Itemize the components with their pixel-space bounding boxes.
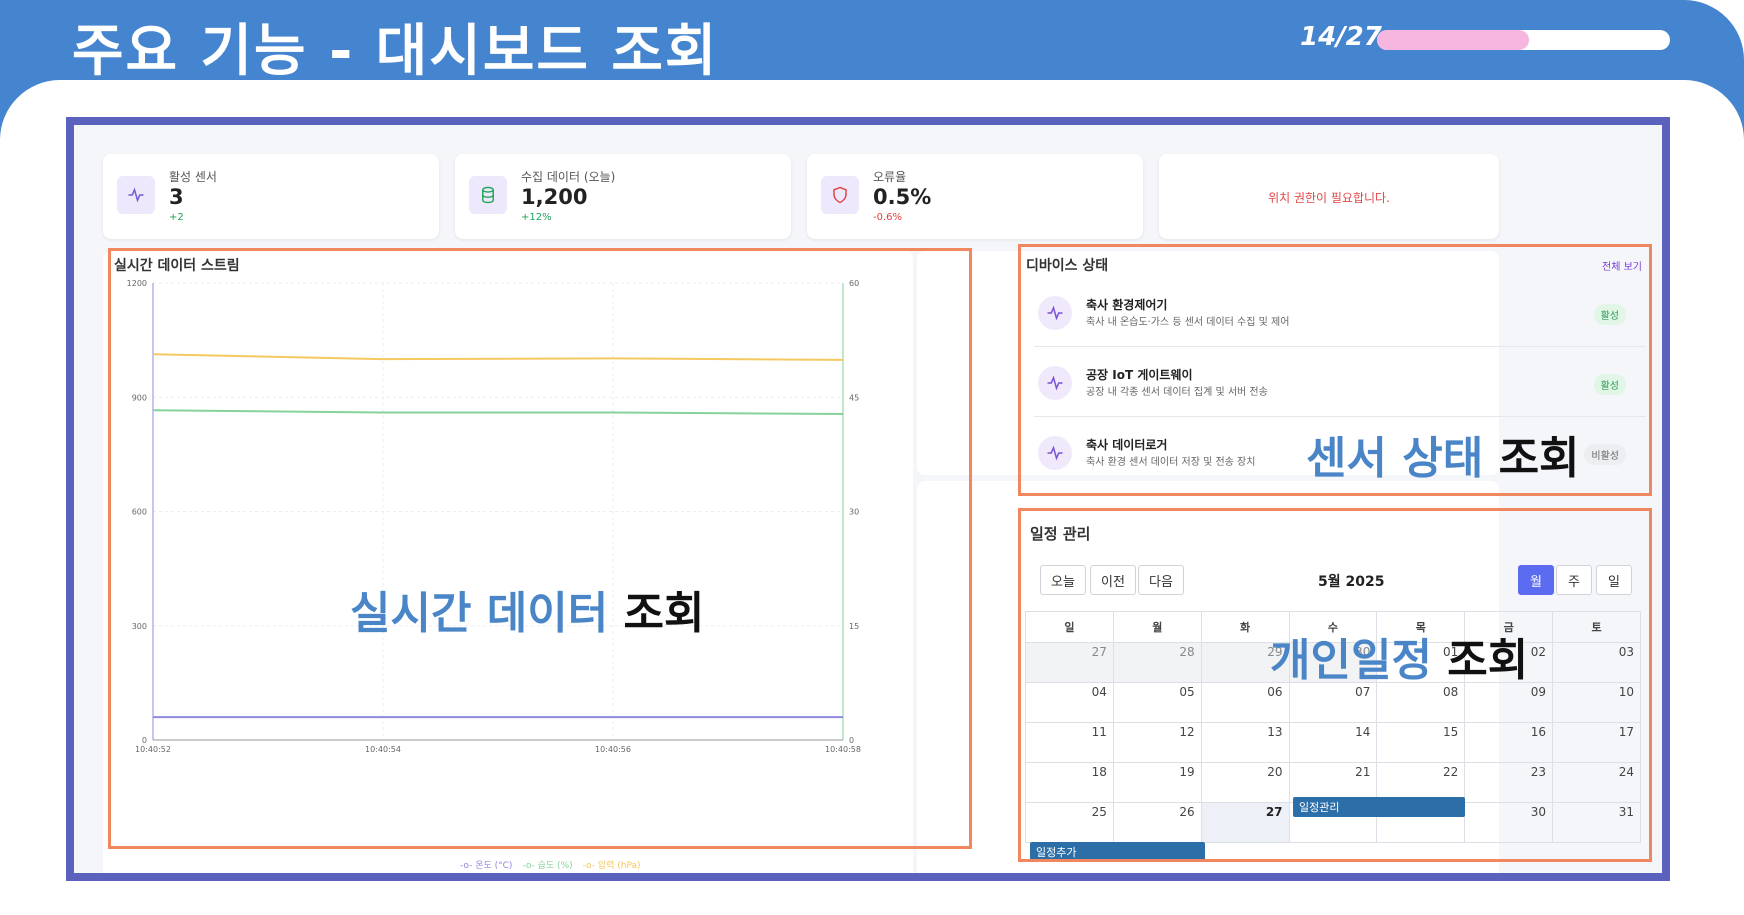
highlight-box-stream [108, 248, 972, 849]
overlay-label-blue: 센서 상태 [1306, 433, 1484, 484]
device-overlay-label: 센서 상태 조회 [1306, 422, 1580, 486]
stat-value: 0.5% [873, 185, 932, 209]
stat-card-active-sensors: 활성 센서 3 +2 [103, 154, 439, 239]
legend-item[interactable]: -o- 압력 (hPa) [583, 858, 641, 871]
stat-label: 활성 센서 [169, 170, 217, 184]
slide-title: 주요 기능 - 대시보드 조회 [72, 19, 719, 84]
page-number: 14/27 [1300, 22, 1382, 52]
stat-card-error-rate: 오류율 0.5% -0.6% [807, 154, 1143, 239]
overlay-label-blue: 개인일정 [1270, 635, 1432, 686]
stat-label: 수집 데이터 (오늘) [521, 170, 616, 184]
legend-item[interactable]: -o- 온도 (°C) [460, 858, 512, 871]
database-icon [469, 176, 507, 214]
stat-delta: +12% [521, 212, 552, 223]
chart-legend: -o- 온도 (°C) -o- 습도 (%) -o- 압력 (hPa) [460, 858, 641, 871]
stream-overlay-label: 실시간 데이터 조회 [350, 577, 705, 641]
shield-icon [821, 176, 859, 214]
stat-value: 3 [169, 185, 184, 209]
legend-item[interactable]: -o- 습도 (%) [522, 858, 572, 871]
stat-label: 오류율 [873, 170, 907, 184]
stat-delta: +2 [169, 212, 184, 223]
calendar-overlay-label: 개인일정 조회 [1270, 624, 1528, 688]
overlay-label-black: 조회 [1498, 433, 1580, 484]
location-permission-message: 위치 권한이 필요합니다. [1268, 191, 1390, 205]
stat-value: 1,200 [521, 185, 588, 209]
stat-card-collected-data: 수집 데이터 (오늘) 1,200 +12% [455, 154, 791, 239]
overlay-label-black: 조회 [1447, 635, 1529, 686]
slide-progress-bar [1377, 30, 1670, 50]
stat-delta: -0.6% [873, 212, 903, 223]
weather-card: 위치 권한이 필요합니다. [1159, 154, 1499, 239]
overlay-label-black: 조회 [623, 588, 705, 639]
activity-icon [117, 176, 155, 214]
overlay-label-blue: 실시간 데이터 [350, 588, 609, 639]
slide-progress-fill [1377, 30, 1530, 50]
